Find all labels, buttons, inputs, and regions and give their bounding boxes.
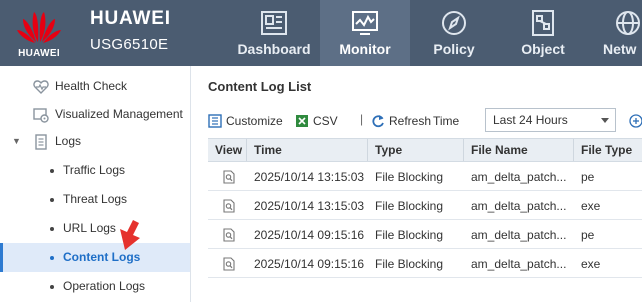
column-header-type[interactable]: Type [368, 139, 464, 161]
sidebar-item-label: Visualized Management [55, 107, 183, 121]
tab-object-label: Object [521, 41, 565, 57]
sidebar-item-content-logs[interactable]: Content Logs [0, 243, 190, 272]
expand-arrow-icon[interactable]: ▼ [12, 127, 21, 156]
page-title: Content Log List [208, 79, 312, 94]
sidebar-item-label: Health Check [55, 79, 128, 93]
tab-monitor[interactable]: Monitor [320, 0, 410, 66]
table-row[interactable]: 2025/10/14 13:15:03 File Blocking am_del… [208, 192, 642, 220]
cell-file-type: exe [581, 199, 601, 213]
tab-dashboard[interactable]: Dashboard [229, 0, 319, 66]
sidebar-item-threat-logs[interactable]: Threat Logs [0, 185, 190, 214]
cell-file-type: pe [581, 228, 595, 242]
sidebar-item-url-logs[interactable]: URL Logs [0, 214, 190, 243]
sidebar-item-operation-logs[interactable]: Operation Logs [0, 272, 190, 301]
cell-type: File Blocking [375, 228, 444, 242]
time-range-select[interactable]: Last 24 Hours [485, 108, 616, 132]
cell-time: 2025/10/14 13:15:03 [254, 170, 365, 184]
sidebar: Health Check Visualized Management ▼ Log… [0, 66, 191, 302]
red-pointer-arrow-icon [120, 220, 140, 250]
bullet-icon [50, 198, 54, 202]
sidebar-item-label: Traffic Logs [63, 163, 126, 177]
policy-compass-icon [442, 11, 466, 35]
cell-type: File Blocking [375, 170, 444, 184]
huawei-petals-icon [17, 12, 61, 43]
monitor-icon [352, 11, 378, 35]
view-details-icon[interactable] [222, 228, 236, 242]
tab-policy[interactable]: Policy [409, 0, 499, 66]
customize-label: Customize [226, 114, 283, 128]
refresh-icon [372, 115, 384, 128]
tab-network-label: Netw [603, 41, 637, 57]
table-row[interactable]: 2025/10/14 09:15:16 File Blocking am_del… [208, 250, 642, 278]
cell-file-name: am_delta_patch... [471, 257, 567, 271]
document-icon [35, 134, 47, 150]
time-label: Time [433, 114, 460, 128]
device-model: USG6510E [90, 36, 169, 53]
customize-icon [208, 114, 222, 128]
table-row[interactable]: 2025/10/14 09:15:16 File Blocking am_del… [208, 221, 642, 249]
view-details-icon[interactable] [222, 199, 236, 213]
chevron-down-icon [601, 118, 609, 123]
cell-time: 2025/10/14 09:15:16 [254, 228, 365, 242]
sidebar-item-logs[interactable]: ▼ Logs [0, 127, 190, 156]
cell-file-type: exe [581, 257, 601, 271]
tab-policy-label: Policy [433, 41, 475, 57]
logo-wordmark: HUAWEI [18, 48, 60, 59]
csv-button[interactable]: CSV [295, 112, 345, 130]
object-icon [532, 10, 554, 36]
table-header: View Time Type File Name File Type [208, 138, 642, 162]
tab-dashboard-label: Dashboard [237, 41, 311, 57]
network-globe-icon [616, 11, 640, 35]
cell-type: File Blocking [375, 257, 444, 271]
sidebar-item-label: URL Logs [63, 221, 116, 235]
view-details-icon[interactable] [222, 170, 236, 184]
bullet-icon [50, 285, 54, 289]
heart-pulse-icon [33, 80, 49, 94]
sidebar-item-label: Operation Logs [63, 279, 146, 293]
column-header-time[interactable]: Time [247, 139, 368, 161]
csv-excel-icon [296, 115, 308, 127]
tab-monitor-label: Monitor [339, 41, 391, 57]
time-range-value: Last 24 Hours [493, 113, 568, 127]
huawei-logo[interactable]: HUAWEI [0, 0, 78, 66]
sidebar-item-label: Threat Logs [63, 192, 128, 206]
brand-name: HUAWEI [90, 8, 171, 29]
visual-gear-icon [33, 108, 49, 123]
add-plus-icon [629, 114, 642, 128]
bullet-icon [50, 227, 54, 231]
bullet-icon [50, 169, 54, 173]
customize-button[interactable]: Customize [208, 112, 290, 130]
dashboard-icon [261, 11, 287, 35]
cell-type: File Blocking [375, 199, 444, 213]
view-details-icon[interactable] [222, 257, 236, 271]
sidebar-item-label: Logs [55, 134, 82, 148]
column-header-file-name[interactable]: File Name [464, 139, 574, 161]
sidebar-item-health-check[interactable]: Health Check [0, 72, 190, 101]
column-header-view[interactable]: View [208, 139, 247, 161]
cell-file-type: pe [581, 170, 595, 184]
cell-file-name: am_delta_patch... [471, 170, 567, 184]
table-row[interactable]: 2025/10/14 13:15:03 File Blocking am_del… [208, 163, 642, 191]
top-header: HUAWEI HUAWEI USG6510E Dashboard Monitor… [0, 0, 642, 66]
tab-network[interactable]: Netw [588, 0, 642, 66]
toolbar: Customize CSV | Refresh Time Last 24 Hou… [208, 108, 642, 134]
toolbar-separator: | [360, 112, 364, 126]
refresh-button[interactable]: Refresh [371, 112, 433, 130]
cell-time: 2025/10/14 09:15:16 [254, 257, 365, 271]
cell-file-name: am_delta_patch... [471, 199, 567, 213]
cell-file-name: am_delta_patch... [471, 228, 567, 242]
sidebar-item-traffic-logs[interactable]: Traffic Logs [0, 156, 190, 185]
tab-object[interactable]: Object [498, 0, 588, 66]
csv-label: CSV [313, 114, 338, 128]
bullet-icon [50, 256, 54, 260]
cell-time: 2025/10/14 13:15:03 [254, 199, 365, 213]
sidebar-item-visualized-management[interactable]: Visualized Management [0, 100, 190, 129]
column-header-file-type[interactable]: File Type [574, 139, 642, 161]
main-content: Content Log List Customize CSV | Refresh… [192, 66, 642, 302]
refresh-label: Refresh [389, 114, 432, 128]
